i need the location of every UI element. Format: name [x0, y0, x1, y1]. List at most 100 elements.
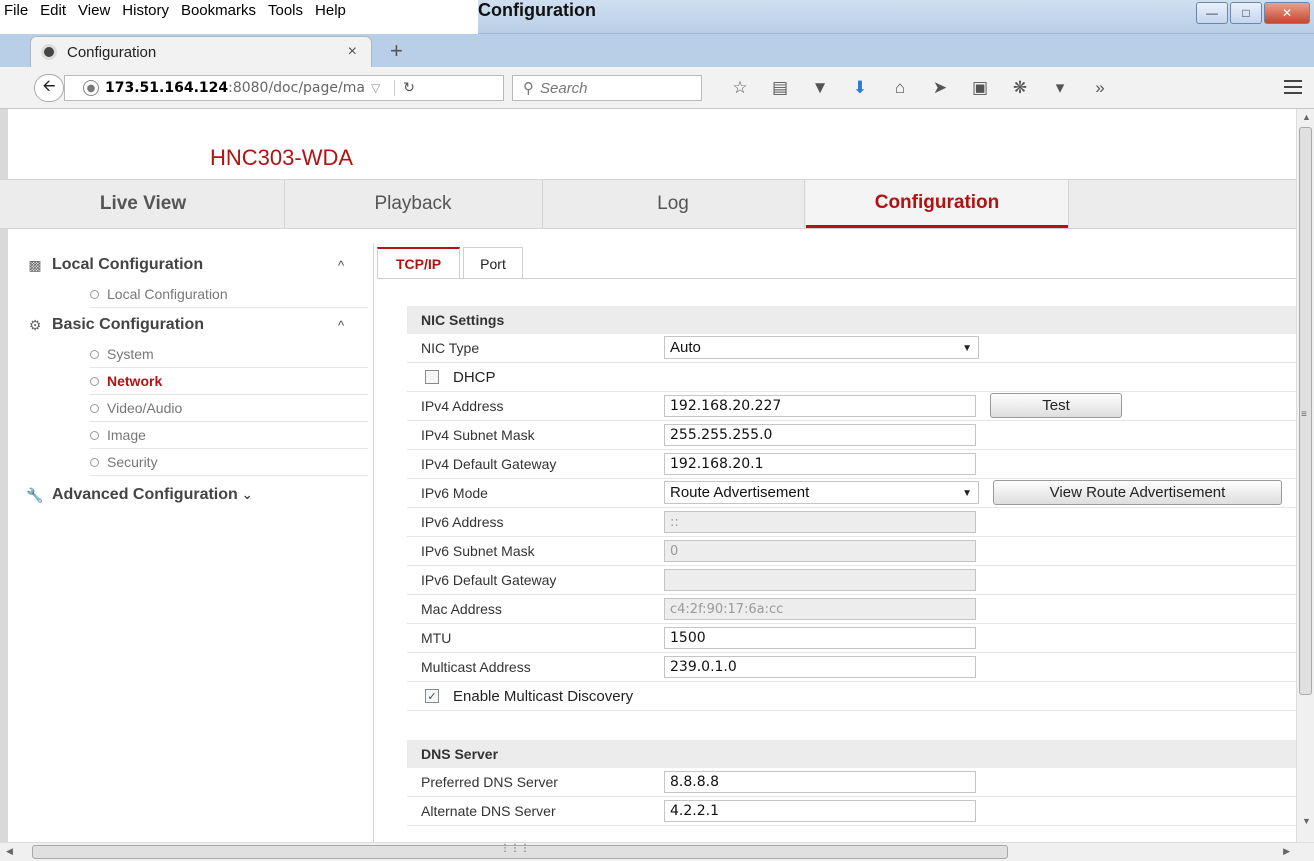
overflow-icon[interactable]: » [1080, 76, 1120, 100]
nic-type-select[interactable]: Auto ▼ [664, 336, 979, 359]
alternate-dns-label: Alternate DNS Server [421, 803, 556, 819]
menu-tools[interactable]: Tools [268, 2, 303, 19]
mtu-field[interactable]: 1500 [664, 627, 976, 649]
new-tab-icon[interactable]: + [390, 38, 403, 64]
sidebar-item-image[interactable]: Image [90, 422, 368, 449]
scroll-left-icon[interactable]: ◀ [6, 846, 13, 857]
sidebar-divider [373, 243, 374, 842]
download-icon[interactable]: ⬇ [840, 76, 880, 100]
bullet-icon [90, 430, 99, 440]
site-identity-icon[interactable]: ● [83, 80, 99, 96]
nav-live-view[interactable]: Live View [8, 180, 278, 228]
ipv4-address-label: IPv4 Address [421, 398, 504, 414]
maximize-button[interactable]: □ [1230, 2, 1262, 24]
dns-server-heading: DNS Server [407, 740, 1296, 768]
collapse-caret-icon[interactable]: ^ [338, 258, 344, 273]
nic-type-row: NIC Type Auto ▼ [407, 334, 1296, 363]
search-placeholder: Search [540, 79, 588, 97]
alternate-dns-row: Alternate DNS Server 4.2.2.1 [407, 797, 1296, 826]
preferred-dns-label: Preferred DNS Server [421, 774, 558, 790]
send-icon[interactable]: ➤ [920, 76, 960, 100]
sidebar-section-local[interactable]: ▩ Local Configuration [28, 256, 204, 274]
window-title: Configuration [478, 0, 596, 20]
extension-icon[interactable]: ❋ [1000, 76, 1040, 100]
addon-icon[interactable]: ▣ [960, 76, 1000, 100]
ipv6-gateway-row: IPv6 Default Gateway [407, 566, 1296, 595]
multicast-discovery-checkbox[interactable]: ✓ [425, 689, 439, 703]
horizontal-scrollbar[interactable]: ◀ ⋮⋮⋮ ▶ [0, 842, 1314, 861]
nav-toolbar: 🡨 ● 173.51.164.124:8080/doc/page/ma ▽ ↻ … [0, 67, 1314, 109]
scroll-down-icon[interactable]: ▼ [1302, 816, 1311, 826]
sidebar-section-label: Local Configuration [52, 256, 204, 273]
sidebar-section-advanced[interactable]: 🔧 Advanced Configuration ⌄ [26, 486, 253, 504]
reload-icon[interactable]: ↻ [394, 80, 415, 96]
sidebar-item-video-audio[interactable]: Video/Audio [90, 395, 368, 422]
sidebar-item-security[interactable]: Security [90, 449, 368, 476]
dhcp-checkbox[interactable] [425, 370, 439, 384]
collapse-caret-icon[interactable]: ^ [338, 318, 344, 333]
browser-tab[interactable]: Configuration × [30, 36, 372, 67]
preferred-dns-row: Preferred DNS Server 8.8.8.8 [407, 768, 1296, 797]
menu-history[interactable]: History [122, 2, 169, 19]
nav-playback[interactable]: Playback [284, 180, 542, 228]
expand-caret-icon[interactable]: ⌄ [242, 487, 253, 503]
tab-tcp-ip[interactable]: TCP/IP [377, 247, 460, 279]
web-page: HNC303-WDA Live View Playback Log Config… [0, 109, 1296, 842]
ipv4-subnet-row: IPv4 Subnet Mask 255.255.255.0 [407, 421, 1296, 450]
home-icon[interactable]: ⌂ [880, 76, 920, 100]
ipv4-address-field[interactable]: 192.168.20.227 [664, 395, 976, 417]
dropdown-icon[interactable]: ▾ [1040, 76, 1080, 100]
sidebar-item-label: System [107, 346, 154, 362]
ipv6-gateway-field [664, 569, 976, 591]
menu-bookmarks[interactable]: Bookmarks [181, 2, 256, 19]
ipv6-mode-value: Route Advertisement [670, 484, 810, 501]
ipv6-mode-select[interactable]: Route Advertisement ▼ [664, 481, 979, 504]
ipv6-address-row: IPv6 Address :: [407, 508, 1296, 537]
multicast-address-field[interactable]: 239.0.1.0 [664, 656, 976, 678]
tab-port[interactable]: Port [463, 247, 523, 279]
nav-separator [1068, 180, 1069, 228]
close-tab-icon[interactable]: × [348, 43, 357, 61]
minimize-button[interactable]: — [1196, 2, 1228, 24]
vertical-scrollbar[interactable]: ▲ ≡ ▼ [1296, 109, 1314, 842]
gear-icon: ⚙ [28, 316, 42, 333]
sidebar-item-network[interactable]: Network [90, 368, 368, 395]
menu-file[interactable]: File [4, 2, 28, 19]
test-button[interactable]: Test [990, 393, 1122, 418]
sidebar-section-label: Advanced Configuration [52, 486, 238, 503]
sidebar-section-basic[interactable]: ⚙ Basic Configuration [29, 316, 204, 334]
url-bar[interactable]: ● 173.51.164.124:8080/doc/page/ma ▽ ↻ [64, 75, 504, 101]
ipv4-gateway-field[interactable]: 192.168.20.1 [664, 453, 976, 475]
reader-icon[interactable]: ▤ [760, 76, 800, 100]
ipv6-mode-row: IPv6 Mode Route Advertisement ▼ View Rou… [407, 479, 1296, 508]
url-dropdown-icon[interactable]: ▽ [371, 81, 380, 95]
sidebar-item-system[interactable]: System [90, 341, 368, 368]
bullet-icon [90, 376, 99, 386]
main-nav: Live View Playback Log Configuration [0, 179, 1296, 229]
ipv6-address-field: :: [664, 511, 976, 533]
scroll-right-icon[interactable]: ▶ [1283, 846, 1290, 857]
menu-view[interactable]: View [78, 2, 110, 19]
config-sidebar: ▩ Local Configuration ^ Local Configurat… [8, 230, 368, 842]
star-icon[interactable]: ☆ [720, 76, 760, 100]
preferred-dns-field[interactable]: 8.8.8.8 [664, 771, 976, 793]
search-input[interactable]: ⚲ Search [512, 75, 702, 101]
view-route-advertisement-button[interactable]: View Route Advertisement [993, 480, 1282, 505]
ipv4-subnet-field[interactable]: 255.255.255.0 [664, 424, 976, 446]
back-button[interactable]: 🡨 [34, 74, 64, 102]
alternate-dns-field[interactable]: 4.2.2.1 [664, 800, 976, 822]
nav-log[interactable]: Log [542, 180, 804, 228]
menu-edit[interactable]: Edit [40, 2, 66, 19]
dhcp-label: DHCP [453, 368, 496, 386]
nav-configuration[interactable]: Configuration [806, 180, 1068, 228]
close-window-button[interactable]: ✕ [1264, 2, 1310, 24]
mtu-label: MTU [421, 630, 452, 646]
sidebar-item-local-configuration[interactable]: Local Configuration [90, 281, 368, 308]
pocket-icon[interactable]: ▼ [800, 76, 840, 100]
menu-help[interactable]: Help [315, 2, 346, 19]
scroll-up-icon[interactable]: ▲ [1302, 112, 1311, 122]
tabs-underline [377, 278, 1296, 279]
sidebar-item-label: Local Configuration [107, 286, 228, 302]
hamburger-menu-icon[interactable] [1284, 80, 1302, 94]
window-controls: — □ ✕ [1196, 2, 1310, 24]
